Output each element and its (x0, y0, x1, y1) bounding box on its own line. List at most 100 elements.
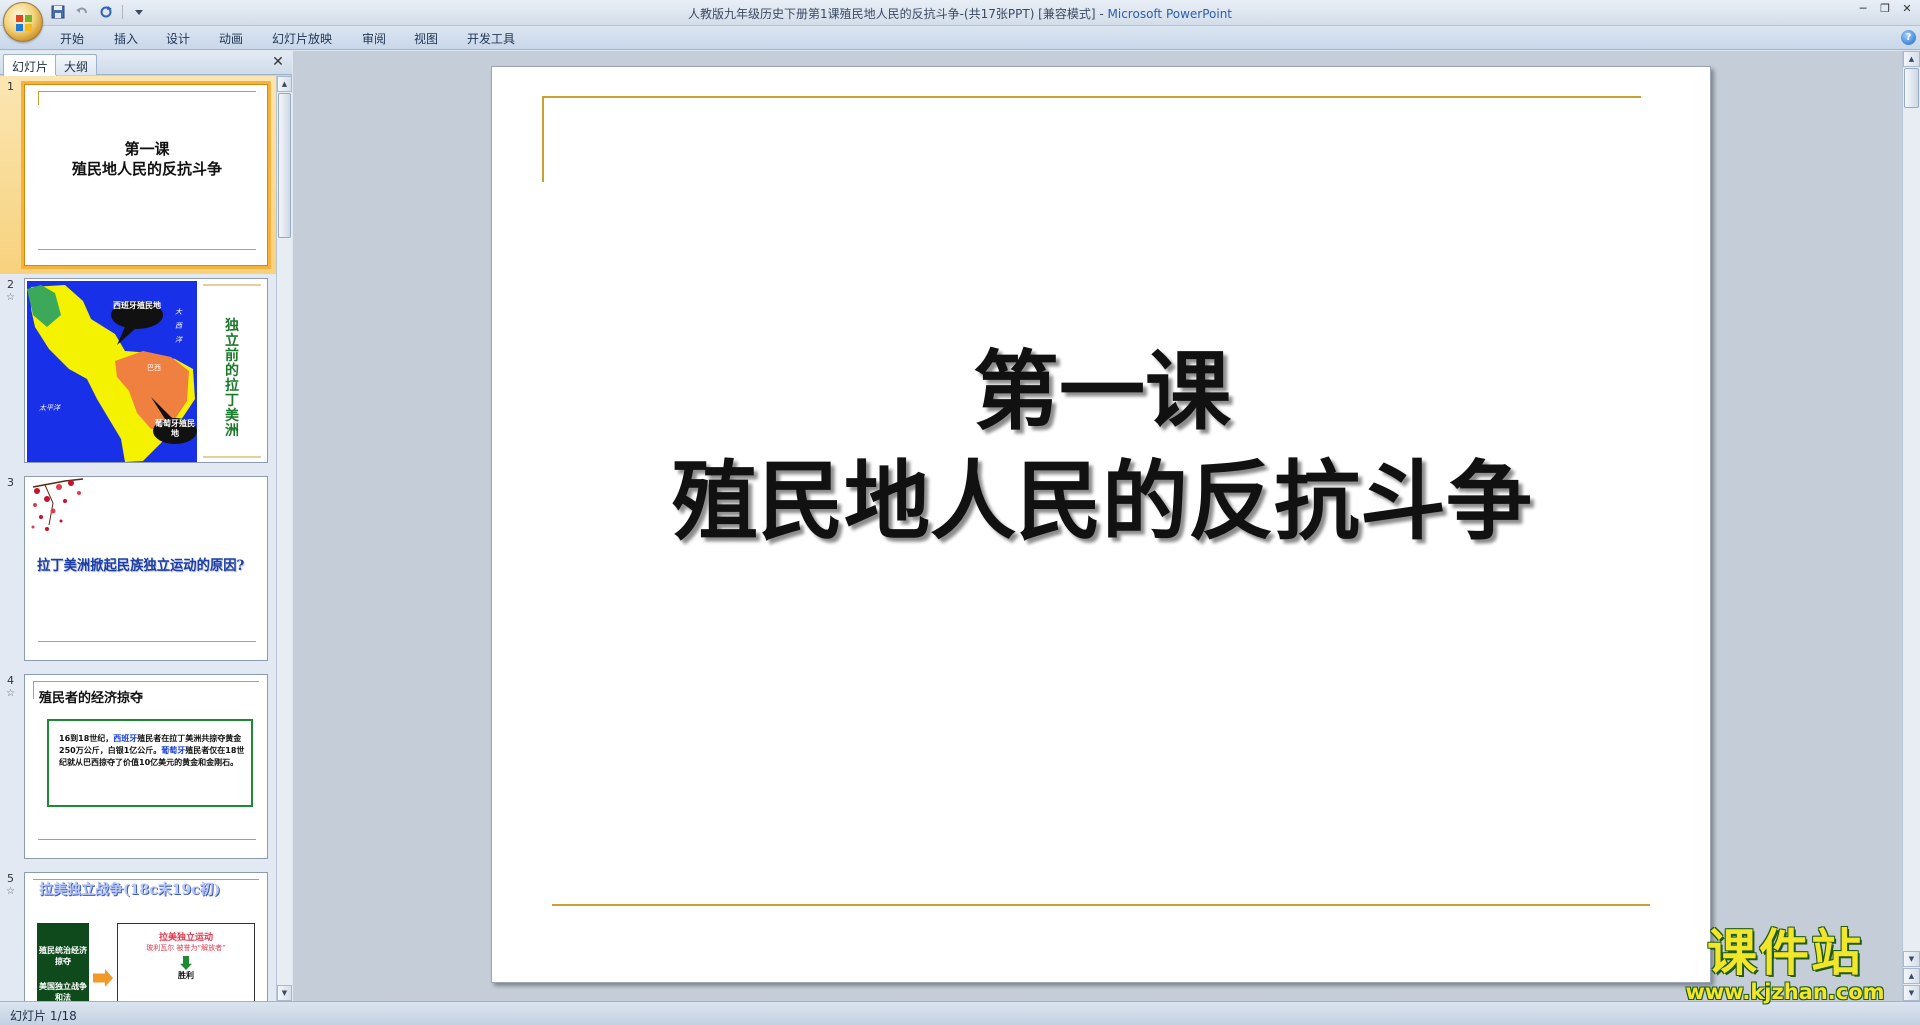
ribbon-tabs: 开始 插入 设计 动画 幻灯片放映 审阅 视图 开发工具 ? (0, 26, 1920, 50)
tab-developer[interactable]: 开发工具 (467, 30, 515, 47)
slide-indicator: 幻灯片 1/18 (10, 1009, 77, 1023)
thumb-body-spain: 西班牙 (113, 734, 138, 743)
animation-star-icon: ☆ (6, 688, 15, 699)
slide-number: 3 (7, 476, 14, 489)
slide-number: 2 (7, 278, 14, 291)
slide-number: 4 (7, 674, 14, 687)
slide-number: 5 (7, 872, 14, 885)
arrow-down-icon (180, 956, 192, 970)
title-bar: 人教版九年级历史下册第1课殖民地人民的反抗斗争-(共17张PPT) [兼容模式]… (0, 0, 1920, 26)
restore-icon[interactable]: ❐ (1878, 2, 1892, 15)
slide-editing-area: 第一课 殖民地人民的反抗斗争 (293, 51, 1902, 1001)
slide-thumbnail-1[interactable]: 第一课 殖民地人民的反抗斗争 (21, 81, 271, 269)
office-logo-icon (16, 15, 32, 31)
top-gold-line (542, 96, 1641, 98)
tab-review[interactable]: 审阅 (362, 30, 386, 47)
thumbnail-row-2[interactable]: 2 ☆ 西班牙殖民地 巴西 葡萄牙殖民地 太平洋 大西洋 独立前的拉丁美洲 (0, 274, 276, 472)
slide-thumbnail-2[interactable]: 西班牙殖民地 巴西 葡萄牙殖民地 太平洋 大西洋 独立前的拉丁美洲 (24, 278, 268, 463)
slide-thumbnail-5[interactable]: 拉美独立战争(18c末19c初) 殖民统治经济掠夺 美国独立战争和法 拉美独立运… (24, 872, 268, 1001)
map-label-atlantic: 大西洋 (175, 308, 182, 344)
scroll-up-icon[interactable]: ▲ (1903, 51, 1920, 67)
window-title: 人教版九年级历史下册第1课殖民地人民的反抗斗争-(共17张PPT) [兼容模式]… (0, 5, 1920, 22)
thumb-heading: 殖民者的经济掠夺 (39, 691, 144, 706)
gold-line (38, 839, 256, 840)
close-icon[interactable]: ✕ (1900, 2, 1914, 15)
slide-title-line2: 殖民地人民的反抗斗争 (672, 451, 1532, 552)
scroll-up-icon[interactable]: ▲ (277, 76, 292, 92)
map-callout-spain: 西班牙殖民地 (113, 301, 161, 310)
thumb-title-line2: 殖民地人民的反抗斗争 (71, 160, 222, 178)
watermark-url: www.kjzhan.com (1685, 980, 1885, 1004)
slide-thumbnail-3[interactable]: 拉丁美洲掀起民族独立运动的原因? (24, 476, 268, 661)
thumb-body-text: 16到18世纪， (59, 734, 114, 743)
animation-star-icon: ☆ (6, 886, 15, 897)
thumbnail-row-5[interactable]: 5 ☆ 拉美独立战争(18c末19c初) 殖民统治经济掠夺 美国独立战争和法 拉… (0, 868, 276, 1001)
map-side-title: 独立前的拉丁美洲 (225, 318, 239, 439)
gold-line (38, 91, 256, 92)
minimize-icon[interactable]: ─ (1856, 2, 1870, 15)
thumb-flow-bottom: 胜利 (178, 971, 194, 980)
pane-tabs: 幻灯片 大纲 ✕ (0, 51, 292, 76)
map-label-brazil: 巴西 (147, 364, 161, 372)
tab-design[interactable]: 设计 (166, 30, 190, 47)
next-slide-icon[interactable]: ▼ (1903, 985, 1920, 1001)
thumb-box-a: 殖民统治经济掠夺 美国独立战争和法 (37, 923, 89, 1001)
scrollbar-thumb[interactable] (278, 93, 291, 238)
tab-animations[interactable]: 动画 (219, 30, 243, 47)
thumb-body-portugal: 葡萄牙 (161, 746, 186, 755)
site-watermark: 课件站 www.kjzhan.com (1665, 925, 1905, 1005)
gold-line (38, 249, 256, 250)
window-controls: ─ ❐ ✕ (1856, 2, 1914, 15)
tab-slides[interactable]: 幻灯片 (3, 54, 58, 76)
thumbnail-row-1[interactable]: 1 第一课 殖民地人民的反抗斗争 (0, 76, 276, 274)
office-button[interactable] (3, 2, 43, 42)
left-gold-line (542, 96, 544, 182)
thumb-title: 第一课 殖民地人民的反抗斗争 (25, 139, 267, 179)
arrow-right-icon (93, 969, 113, 987)
animation-star-icon: ☆ (6, 292, 15, 303)
map-callout-portugal: 葡萄牙殖民地 (155, 419, 195, 438)
thumb-flow-box: 拉美独立运动 玻利瓦尔 被誉为“解放者” 胜利 (117, 923, 255, 1001)
thumb-heading: 拉美独立战争(18c末19c初) (39, 882, 221, 898)
thumbnail-list: 1 第一课 殖民地人民的反抗斗争 2 ☆ 西班牙殖民地 巴西 葡萄牙殖民地 太平… (0, 76, 276, 1001)
gold-line (38, 641, 256, 642)
close-pane-icon[interactable]: ✕ (270, 54, 286, 70)
thumb-box-b-text: 美国独立战争和法 (39, 982, 87, 1001)
thumb-box-a-text: 殖民统治经济掠夺 (39, 946, 87, 966)
slide-scrollbar[interactable]: ▲ ▼ ▲ ▼ (1902, 51, 1920, 1001)
tab-insert[interactable]: 插入 (114, 30, 138, 47)
thumb-flow-sub: 玻利瓦尔 被誉为“解放者” (146, 944, 226, 952)
help-icon[interactable]: ? (1901, 30, 1916, 45)
scroll-down-icon[interactable]: ▼ (277, 985, 292, 1001)
slide-title[interactable]: 第一课 殖民地人民的反抗斗争 (492, 337, 1712, 557)
thumbnail-scrollbar[interactable]: ▲ ▼ (276, 76, 292, 1001)
gold-line (33, 681, 259, 682)
map-label-pacific: 太平洋 (39, 404, 60, 412)
bottom-gold-line (552, 904, 1650, 906)
thumb-flow-top: 拉美独立运动 (158, 933, 213, 943)
slide-title-line1: 第一课 (973, 341, 1231, 442)
app-name: Microsoft PowerPoint (1107, 7, 1233, 21)
previous-slide-icon[interactable]: ▲ (1903, 968, 1920, 984)
status-bar: 幻灯片 1/18 (0, 1001, 1920, 1025)
scroll-down-icon[interactable]: ▼ (1903, 951, 1920, 967)
current-slide[interactable]: 第一课 殖民地人民的反抗斗争 (491, 66, 1711, 983)
thumb-title-line1: 第一课 (124, 140, 170, 158)
gold-line (38, 91, 39, 105)
scrollbar-thumb[interactable] (1904, 68, 1919, 108)
document-title: 人教版九年级历史下册第1课殖民地人民的反抗斗争-(共17张PPT) [兼容模式]… (687, 7, 1108, 21)
slide-thumbnail-4[interactable]: 殖民者的经济掠夺 16到18世纪，西班牙殖民者在拉丁美洲共掠夺黄金250万公斤，… (24, 674, 268, 859)
plum-blossom-decoration (31, 478, 84, 531)
gold-line (33, 681, 34, 699)
slides-pane: 幻灯片 大纲 ✕ 1 第一课 殖民地人民的反抗斗争 2 ☆ 西班牙殖民地 巴西 … (0, 51, 292, 1001)
thumbnail-row-4[interactable]: 4 ☆ 殖民者的经济掠夺 16到18世纪，西班牙殖民者在拉丁美洲共掠夺黄金250… (0, 670, 276, 868)
tab-slideshow[interactable]: 幻灯片放映 (272, 30, 332, 47)
thumb-question: 拉丁美洲掀起民族独立运动的原因? (37, 558, 245, 574)
slide-number: 1 (7, 80, 14, 93)
watermark-text: 课件站 (1707, 924, 1863, 982)
tab-outline[interactable]: 大纲 (55, 54, 98, 75)
thumb-textbox: 16到18世纪，西班牙殖民者在拉丁美洲共掠夺黄金250万公斤，白银1亿公斤。葡萄… (47, 719, 253, 807)
tab-view[interactable]: 视图 (414, 30, 438, 47)
thumbnail-row-3[interactable]: 3 拉丁美洲掀起民族独立运动的原因? (0, 472, 276, 670)
tab-home[interactable]: 开始 (60, 30, 84, 47)
